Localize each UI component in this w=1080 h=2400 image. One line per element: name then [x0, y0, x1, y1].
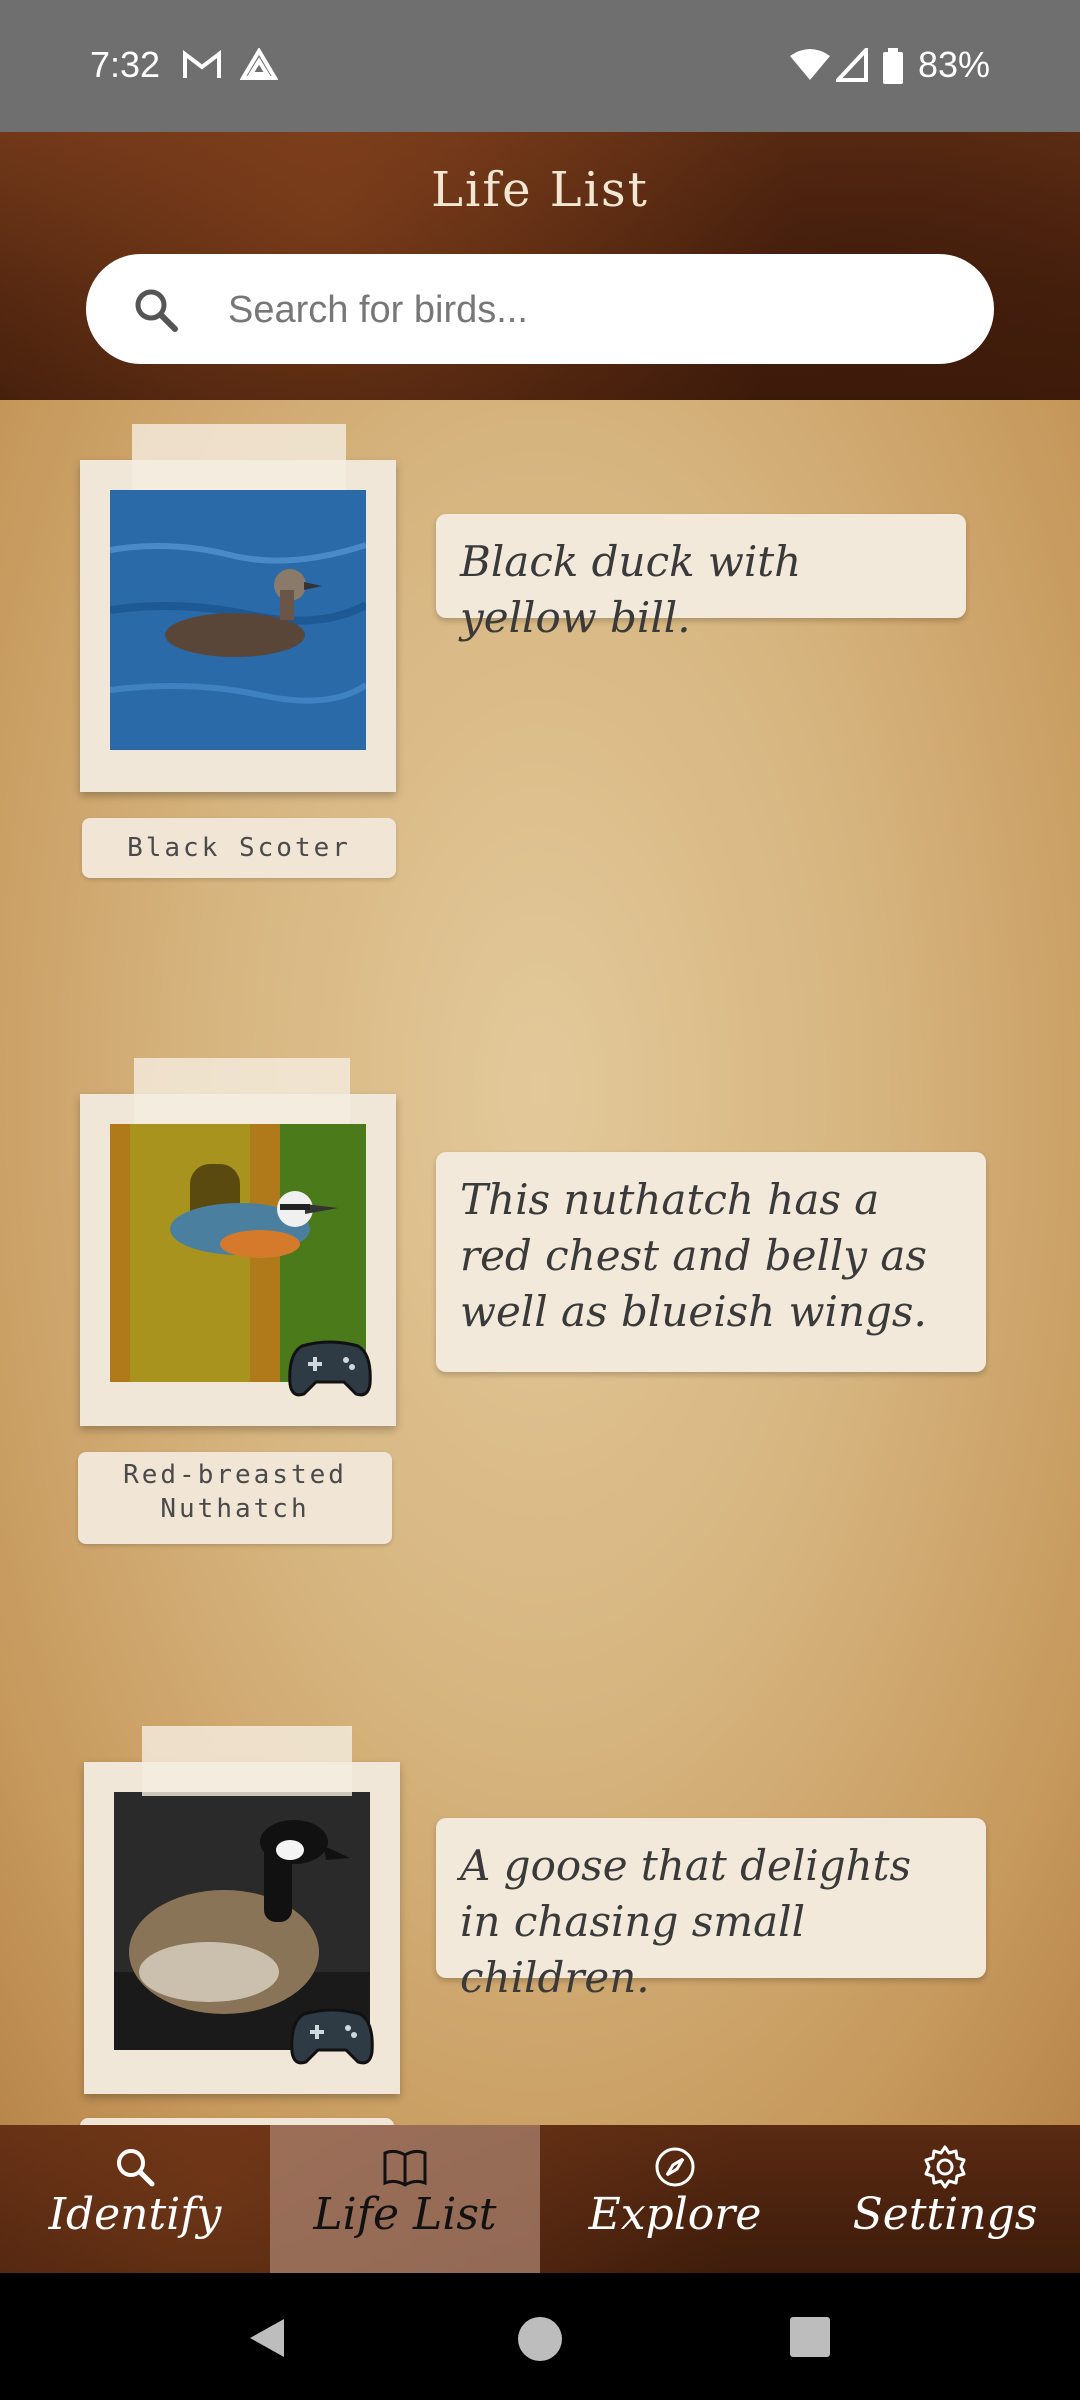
wifi-icon — [790, 48, 830, 86]
tab-settings[interactable]: Settings — [810, 2125, 1080, 2273]
search-icon — [132, 286, 180, 338]
bird-name-label: Red-breasted Nuthatch — [78, 1452, 392, 1544]
bottom-tab-bar: Identify Life List Explore Settings — [0, 2125, 1080, 2273]
status-time: 7:32 — [90, 44, 161, 85]
tab-label: Life List — [313, 2189, 497, 2240]
bird-name-label — [80, 2118, 394, 2125]
tab-explore[interactable]: Explore — [540, 2125, 810, 2273]
gamepad-icon[interactable] — [290, 2008, 374, 2068]
search-icon — [111, 2143, 159, 2195]
recents-icon[interactable] — [788, 2315, 832, 2363]
drive-icon — [239, 47, 279, 86]
tab-label: Settings — [852, 2189, 1038, 2240]
gamepad-icon[interactable] — [288, 1340, 372, 1400]
status-bar: 7:32 83% — [0, 0, 1080, 132]
book-icon — [381, 2143, 429, 2195]
life-list[interactable]: Black Scoter Black duck with yellow bill… — [0, 400, 1080, 2125]
signal-icon — [833, 44, 868, 86]
search-input[interactable] — [226, 254, 950, 366]
photo-card[interactable] — [80, 1094, 396, 1426]
tab-identify[interactable]: Identify — [0, 2125, 270, 2273]
back-icon[interactable] — [244, 2315, 290, 2365]
gear-icon — [921, 2143, 969, 2195]
bird-name-label: Black Scoter — [82, 818, 396, 878]
system-nav-bar — [0, 2273, 1080, 2400]
search-bar[interactable] — [86, 254, 994, 366]
tab-label: Identify — [48, 2189, 222, 2240]
bird-note: Black duck with yellow bill. — [436, 514, 966, 642]
header: Life List — [0, 132, 1080, 400]
tape-strip — [142, 1726, 352, 1796]
bird-note: This nuthatch has a red chest and belly … — [436, 1152, 986, 1372]
battery-percent: 83% — [917, 44, 990, 85]
tape-strip — [134, 1058, 350, 1124]
tab-label: Explore — [588, 2189, 762, 2240]
photo-card[interactable] — [84, 1762, 400, 2094]
bird-note: A goose that delights in chasing small c… — [436, 1818, 986, 2002]
compass-icon — [651, 2143, 699, 2195]
photo-card[interactable] — [80, 460, 396, 792]
battery-icon — [882, 48, 904, 88]
gmail-icon — [182, 48, 222, 84]
bird-photo — [110, 490, 366, 750]
page-title: Life List — [431, 162, 649, 218]
home-icon[interactable] — [516, 2315, 564, 2367]
tape-strip — [132, 424, 346, 490]
tab-life-list[interactable]: Life List — [270, 2125, 540, 2273]
